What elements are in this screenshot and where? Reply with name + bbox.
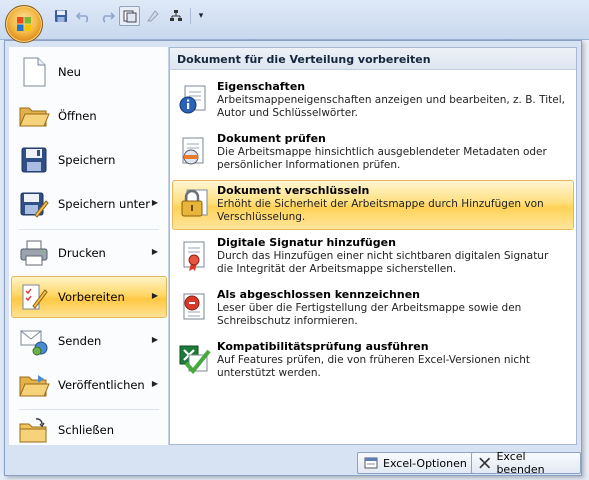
submenu-item-compatibility[interactable]: Kompatibilitätsprüfung ausführen Auf Fea…: [172, 336, 574, 386]
menu-item-print-label: Drucken: [58, 246, 106, 260]
menu-item-open[interactable]: Öffnen: [11, 95, 167, 137]
open-folder-icon: [19, 107, 50, 127]
qat-undo-button[interactable]: [73, 6, 94, 26]
submenu-item-title: Als abgeschlossen kennzeichnen: [217, 288, 420, 301]
office-button[interactable]: [5, 5, 43, 43]
submenu-item-encrypt[interactable]: Dokument verschlüsseln Erhöht die Sicher…: [172, 180, 574, 230]
qat-separator: [190, 8, 191, 24]
menu-item-send-label: Senden: [58, 334, 102, 348]
submenu-item-desc: Arbeitsmappeneigenschaften anzeigen und …: [217, 94, 565, 119]
menu-item-send[interactable]: Senden ▶: [11, 320, 167, 362]
qat-redo-button[interactable]: [96, 6, 117, 26]
submenu-arrow: ▶: [151, 291, 158, 300]
excel-exit-label: Excel beenden: [496, 450, 545, 476]
spelling-icon: [146, 10, 159, 22]
printer-icon: [20, 240, 48, 266]
undo-icon: [75, 12, 88, 23]
options-icon: [364, 457, 378, 469]
excel-exit-button[interactable]: Excel beenden: [471, 450, 581, 476]
properties-icon: [179, 85, 206, 114]
menu-item-open-label: Öffnen: [58, 109, 97, 123]
publish-icon: [19, 375, 50, 397]
compatibility-check-icon: [179, 345, 211, 375]
mark-final-icon: [183, 293, 205, 320]
menu-item-save-as-label: Speichern unter: [58, 197, 150, 211]
menu-item-close-label: Schließen: [58, 423, 114, 437]
menu-item-save-as[interactable]: Speichern unter ▶: [11, 183, 167, 225]
qat-print-preview-button[interactable]: [119, 6, 140, 26]
menu-item-prepare-label: Vorbereiten: [58, 290, 125, 304]
submenu-item-desc: Durch das Hinzufügen einer nicht sichtba…: [217, 250, 549, 275]
menu-item-prepare[interactable]: Vorbereiten ▶: [11, 276, 167, 318]
submenu-item-mark-final[interactable]: Als abgeschlossen kennzeichnen Leser übe…: [172, 284, 574, 334]
close-icon: [479, 457, 491, 469]
submenu-item-title: Digitale Signatur hinzufügen: [217, 236, 396, 249]
print-preview-icon: [123, 10, 136, 23]
quick-access-toolbar: ▾: [50, 6, 207, 26]
organizer-icon: [169, 10, 182, 21]
send-icon: [20, 330, 48, 356]
submenu-header: Dokument für die Verteilung vorbereiten: [170, 48, 576, 70]
submenu-item-title: Dokument prüfen: [217, 132, 326, 145]
menu-item-new-label: Neu: [58, 65, 81, 79]
office-logo-icon: [17, 17, 31, 31]
menu-item-new[interactable]: Neu: [11, 51, 167, 93]
submenu-arrow: ▶: [151, 198, 158, 207]
submenu-item-desc: Auf Features prüfen, die von früheren Ex…: [217, 354, 530, 379]
submenu-item-signature[interactable]: Digitale Signatur hinzufügen Durch das H…: [172, 232, 574, 282]
save-as-icon: [20, 192, 49, 218]
submenu-item-title: Kompatibilitätsprüfung ausführen: [217, 340, 429, 353]
prepare-submenu: Dokument für die Verteilung vorbereiten …: [169, 47, 577, 445]
menu-item-save[interactable]: Speichern: [11, 139, 167, 181]
submenu-arrow: ▶: [151, 335, 158, 344]
submenu-arrow: ▶: [151, 379, 158, 388]
menu-item-publish[interactable]: Veröffentlichen ▶: [11, 364, 167, 406]
qat-customize-button[interactable]: ▾: [195, 6, 207, 26]
new-document-icon: [23, 57, 46, 87]
submenu-item-desc: Erhöht die Sicherheit der Arbeitsmappe d…: [217, 198, 544, 223]
menu-item-close[interactable]: Schließen: [11, 409, 167, 451]
qat-save-button[interactable]: [50, 6, 71, 26]
close-folder-icon: [19, 418, 47, 443]
save-icon: [21, 147, 47, 173]
digital-signature-icon: [183, 241, 205, 271]
menu-command-list: Neu Öffnen Speichern Speichern unter ▶ D…: [9, 47, 169, 445]
submenu-item-desc: Leser über die Fertigstellung der Arbeit…: [217, 302, 522, 327]
menu-item-publish-label: Veröffentlichen: [58, 378, 145, 392]
menu-item-save-label: Speichern: [58, 153, 116, 167]
office-menu: Neu Öffnen Speichern Speichern unter ▶ D…: [4, 40, 582, 476]
prepare-icon: [22, 284, 48, 310]
menu-divider: [19, 229, 159, 230]
submenu-item-title: Eigenschaften: [217, 80, 306, 93]
encrypt-lock-icon: [181, 189, 208, 217]
qat-organizer-button[interactable]: [165, 6, 186, 26]
submenu-item-properties[interactable]: Eigenschaften Arbeitsmappeneigenschaften…: [172, 76, 574, 126]
save-icon: [54, 10, 67, 22]
submenu-arrow: ▶: [151, 247, 158, 256]
redo-icon: [102, 12, 115, 23]
excel-options-label: Excel-Optionen: [383, 456, 467, 470]
menu-item-print[interactable]: Drucken ▶: [11, 232, 167, 274]
qat-more-arrow: ▾: [198, 11, 204, 21]
submenu-item-title: Dokument verschlüsseln: [217, 184, 370, 197]
submenu-item-desc: Die Arbeitsmappe hinsichtlich ausgeblend…: [217, 146, 547, 171]
qat-spelling-button[interactable]: [142, 6, 163, 26]
submenu-item-inspect[interactable]: Dokument prüfen Die Arbeitsmappe hinsich…: [172, 128, 574, 178]
excel-options-button[interactable]: Excel-Optionen: [357, 452, 474, 474]
inspect-document-icon: [182, 137, 204, 165]
